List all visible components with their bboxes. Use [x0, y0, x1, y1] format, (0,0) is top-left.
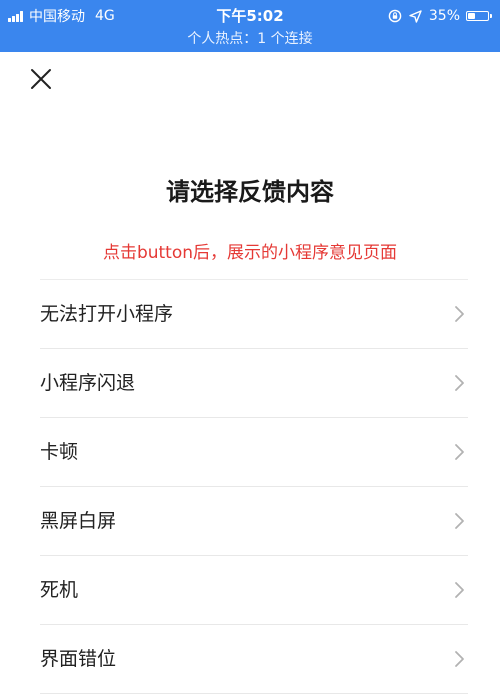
status-bar: 中国移动 4G 下午5:02 35% 个人热点：1 个连接: [0, 0, 500, 52]
chevron-right-icon: [455, 513, 464, 529]
feedback-screen: 中国移动 4G 下午5:02 35% 个人热点：1 个连接 请选择反馈内容 点击…: [0, 0, 500, 696]
feedback-option[interactable]: 界面错位: [40, 625, 468, 694]
status-bar-right: 35%: [388, 6, 492, 26]
feedback-option[interactable]: 黑屏白屏: [40, 487, 468, 556]
feedback-option-label: 小程序闪退: [40, 372, 136, 394]
location-arrow-icon: [409, 9, 422, 23]
chevron-right-icon: [455, 444, 464, 460]
feedback-option-label: 界面错位: [40, 648, 117, 670]
feedback-option[interactable]: 死机: [40, 556, 468, 625]
battery-icon: [466, 11, 492, 21]
close-icon: [31, 69, 51, 89]
feedback-option-label: 卡顿: [40, 441, 79, 463]
hotspot-banner[interactable]: 个人热点：1 个连接: [0, 29, 500, 49]
feedback-option-list: 无法打开小程序 小程序闪退卡顿黑屏白屏死机界面错位: [40, 279, 468, 694]
feedback-option[interactable]: 小程序闪退: [40, 349, 468, 418]
chevron-right-icon: [455, 651, 464, 667]
chevron-right-icon: [455, 582, 464, 598]
feedback-option[interactable]: 无法打开小程序: [40, 280, 468, 349]
chevron-right-icon: [455, 375, 464, 391]
feedback-option-label: 黑屏白屏: [40, 510, 117, 532]
chevron-right-icon: [455, 306, 464, 322]
page-title: 请选择反馈内容: [166, 178, 334, 206]
battery-percent: 35%: [428, 8, 460, 24]
annotation-note: 点击button后，展示的小程序意见页面: [102, 243, 398, 263]
feedback-option-label: 无法打开小程序: [40, 303, 174, 325]
close-button[interactable]: [28, 66, 54, 92]
feedback-option[interactable]: 卡顿: [40, 418, 468, 487]
feedback-option-label: 死机: [40, 579, 79, 601]
orientation-lock-icon: [388, 9, 402, 23]
